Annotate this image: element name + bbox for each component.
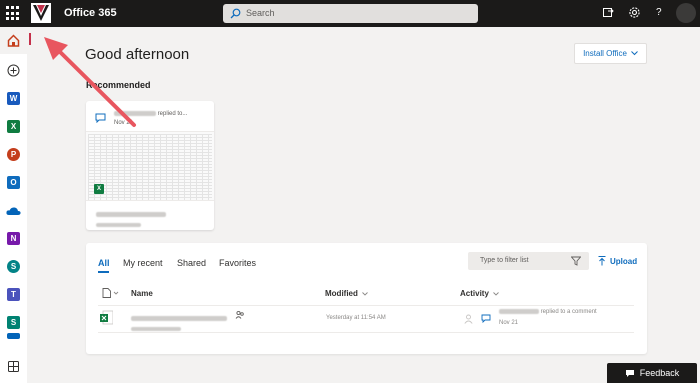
tab-my-recent[interactable]: My recent	[123, 258, 163, 268]
rail-onedrive[interactable]	[0, 197, 27, 224]
shared-icon	[235, 310, 245, 320]
excel-icon: X	[7, 120, 20, 133]
outlook-icon: O	[7, 176, 20, 189]
filter-icon	[571, 256, 581, 266]
column-name[interactable]: Name	[131, 289, 153, 298]
sharepoint-icon: S	[7, 260, 20, 273]
tab-all[interactable]: All	[98, 258, 110, 268]
feedback-icon	[625, 369, 635, 378]
rail-excel[interactable]: X	[0, 113, 27, 140]
redacted-location	[131, 320, 181, 338]
column-modified-label: Modified	[325, 289, 358, 298]
chevron-down-icon	[493, 291, 499, 296]
chevron-down-icon	[362, 291, 368, 296]
filter-input[interactable]: Type to filter list	[480, 257, 529, 264]
rail-teams[interactable]: T	[0, 281, 27, 308]
page-title: Good afternoon	[85, 46, 190, 63]
redacted-name	[114, 111, 156, 116]
recommended-card[interactable]: replied to... Nov 21 X	[86, 101, 214, 230]
activity-date: Nov 21	[499, 320, 519, 326]
person-icon	[464, 314, 473, 324]
files-panel: All My recent Shared Favorites Type to f…	[86, 243, 647, 354]
teams-icon: T	[7, 288, 20, 301]
upload-label: Upload	[610, 256, 638, 266]
avatar[interactable]	[676, 3, 696, 23]
search-input[interactable]: Search	[246, 8, 275, 18]
active-indicator	[29, 33, 31, 45]
recommended-heading: Recommended	[86, 80, 151, 90]
card-activity: replied to...	[114, 111, 187, 117]
column-name-label: Name	[131, 289, 153, 298]
rail-create[interactable]	[0, 57, 27, 84]
redacted-name	[499, 309, 539, 314]
rail-all-apps[interactable]	[0, 353, 27, 380]
activity-description: replied to a comment	[540, 309, 597, 316]
sway-icon: S	[7, 316, 20, 329]
rail-powerpoint[interactable]: P	[0, 141, 27, 168]
excel-icon: X	[94, 184, 104, 194]
app-name[interactable]: Office 365	[64, 7, 117, 19]
comment-icon	[481, 314, 491, 323]
comment-icon	[95, 113, 106, 123]
document-type-icon[interactable]	[102, 288, 120, 298]
chevron-down-icon	[631, 51, 638, 56]
upload-icon	[598, 256, 606, 266]
add-icon	[7, 64, 20, 77]
feedback-button[interactable]: Feedback	[607, 363, 697, 383]
column-modified[interactable]: Modified	[325, 289, 368, 298]
feedback-label: Feedback	[639, 368, 680, 378]
app-launcher-icon[interactable]	[6, 6, 21, 21]
active-tab-indicator	[98, 271, 109, 273]
card-date: Nov 21	[114, 120, 134, 126]
modified-date: Yesterday at 11:54 AM	[326, 315, 386, 321]
divider	[98, 305, 634, 306]
onedrive-icon	[6, 206, 21, 216]
rail-sway[interactable]: S	[0, 309, 27, 336]
top-bar: Office 365 Search ?	[0, 0, 700, 27]
powerpoint-icon: P	[7, 148, 20, 161]
settings-icon[interactable]	[628, 6, 641, 19]
column-activity-label: Activity	[460, 289, 489, 298]
divider	[98, 332, 634, 333]
card-activity-text: replied to...	[157, 111, 188, 118]
column-activity[interactable]: Activity	[460, 289, 499, 298]
word-icon: W	[7, 92, 20, 105]
home-icon	[7, 34, 20, 47]
search-icon	[230, 8, 241, 19]
rail-more[interactable]	[0, 333, 27, 345]
rail-home[interactable]	[0, 27, 27, 54]
activity-text: replied to a comment	[499, 309, 597, 315]
help-icon[interactable]: ?	[656, 7, 662, 18]
redacted-location	[96, 216, 141, 230]
file-thumbnail: X	[86, 131, 214, 201]
filter-box[interactable]: Type to filter list	[468, 252, 589, 270]
org-logo[interactable]	[31, 3, 51, 23]
excel-file-icon	[100, 310, 113, 325]
tab-favorites[interactable]: Favorites	[219, 258, 256, 268]
app-icon	[7, 333, 20, 339]
tab-shared[interactable]: Shared	[177, 258, 206, 268]
install-office-button[interactable]: Install Office	[574, 43, 647, 64]
upload-button[interactable]: Upload	[598, 256, 637, 266]
rail-onenote[interactable]: N	[0, 225, 27, 252]
rail-word[interactable]: W	[0, 85, 27, 112]
search-box[interactable]: Search	[223, 4, 478, 23]
rail-outlook[interactable]: O	[0, 169, 27, 196]
whats-new-icon[interactable]	[602, 6, 615, 19]
all-apps-icon	[7, 360, 20, 373]
onenote-icon: N	[7, 232, 20, 245]
install-office-label: Install Office	[583, 49, 627, 58]
rail-sharepoint[interactable]: S	[0, 253, 27, 280]
app-rail: W X P O N S T S	[0, 27, 27, 383]
